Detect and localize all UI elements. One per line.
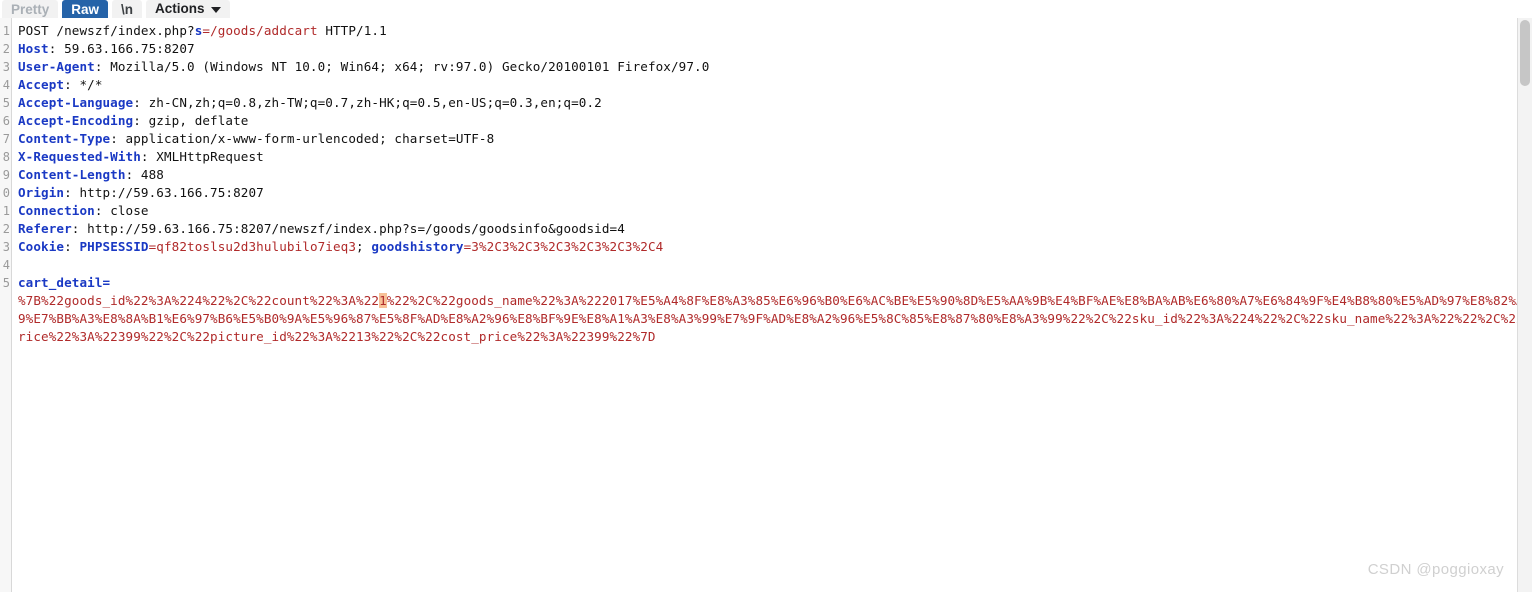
header-value: close [102,203,149,218]
header-colon: : [110,131,118,146]
cookie-value-goodshistory: 3%2C3%2C3%2C3%2C3%2C3%2C4 [471,239,664,254]
header-name: Accept-Language [18,95,134,110]
header-name: Origin [18,185,65,200]
header-name: Cookie [18,239,65,254]
header-colon: : [133,95,141,110]
header-colon: : [64,239,80,254]
header-colon: : [94,203,103,218]
header-colon: : [140,149,149,164]
header-colon: : [64,77,72,92]
request-path: /newszf/index.php? [56,23,195,38]
header-name: Content-Type [18,131,111,146]
header-value: http://59.63.166.75:8207/newszf/index.ph… [79,221,625,236]
line-number: 0 [2,186,10,200]
line-number: 3 [2,60,10,74]
line-number: 6 [2,114,10,128]
header-value: XMLHttpRequest [148,149,264,164]
header-value: application/x-www-form-urlencoded; chars… [117,131,495,146]
header-colon: : [94,59,103,74]
header-value: */* [71,77,103,92]
http-version: HTTP/1.1 [317,23,387,38]
line-number: 1 [2,24,10,38]
body-param-equals: = [102,275,111,290]
line-number: 8 [2,150,10,164]
line-number: 4 [2,78,10,92]
cookie-key-goodshistory: goodshistory [371,239,464,254]
raw-request-editor[interactable]: 1 2 3 4 5 6 7 8 9 0 1 2 3 4 5 POST /news… [0,18,1532,592]
line-number: 2 [2,222,10,236]
header-line: Connection: close [18,202,1532,220]
line-number-gutter: 1 2 3 4 5 6 7 8 9 0 1 2 3 4 5 [0,18,12,592]
line-number: 4 [2,258,10,272]
actions-label: Actions [155,1,205,16]
tab-raw[interactable]: Raw [62,0,109,18]
body-value-prefix: %7B%22goods_id%22%3A%224%22%2C%22count%2… [18,293,380,308]
header-line: User-Agent: Mozilla/5.0 (Windows NT 10.0… [18,58,1532,76]
header-name: Connection [18,203,95,218]
header-name: User-Agent [18,59,95,74]
cookie-separator: ; [356,239,372,254]
line-number: 3 [2,240,10,254]
header-line: Accept-Language: zh-CN,zh;q=0.8,zh-TW;q=… [18,94,1532,112]
request-line: POST /newszf/index.php?s=/goods/addcart … [18,22,1532,40]
header-name: Content-Length [18,167,126,182]
view-mode-tabbar: Pretty Raw \n Actions [0,0,1532,18]
http-method: POST [18,23,49,38]
header-line: Content-Type: application/x-www-form-url… [18,130,1532,148]
line-number: 5 [2,96,10,110]
tab-pretty[interactable]: Pretty [2,0,59,18]
line-number: 5 [2,276,10,290]
line-number: 2 [2,42,10,56]
line-number: 7 [2,132,10,146]
header-name: Referer [18,221,72,236]
header-value: http://59.63.166.75:8207 [71,185,264,200]
csdn-watermark: CSDN @poggioxay [1367,561,1504,578]
header-value: 488 [133,167,164,182]
actions-menu-button[interactable]: Actions [146,0,230,18]
header-name: Host [18,41,49,56]
header-value: gzip, deflate [140,113,249,128]
tab-newline[interactable]: \n [112,0,143,18]
header-value: zh-CN,zh;q=0.8,zh-TW;q=0.7,zh-HK;q=0.5,e… [140,95,602,110]
header-line: Origin: http://59.63.166.75:8207 [18,184,1532,202]
cookie-value-phpsessid: qf82toslsu2d3hulubilo7ieq3 [156,239,357,254]
header-line: Accept: */* [18,76,1532,94]
header-value: 59.63.166.75:8207 [56,41,195,56]
header-line: Content-Length: 488 [18,166,1532,184]
cookie-header-line: Cookie: PHPSESSID=qf82toslsu2d3hulubilo7… [18,238,1532,256]
request-body-line[interactable]: cart_detail= %7B%22goods_id%22%3A%224%22%… [18,274,1532,346]
line-number: 1 [2,204,10,218]
selected-payload-value[interactable]: 1 [379,293,387,308]
header-value: Mozilla/5.0 (Windows NT 10.0; Win64; x64… [102,59,710,74]
scrollbar-thumb[interactable] [1520,20,1530,86]
header-colon: : [133,113,141,128]
header-line: Accept-Encoding: gzip, deflate [18,112,1532,130]
body-param-name: cart_detail [18,275,103,290]
request-text[interactable]: POST /newszf/index.php?s=/goods/addcart … [12,18,1532,592]
header-colon: : [64,185,72,200]
query-param-value: /goods/addcart [210,23,318,38]
line-number: 9 [2,168,10,182]
header-line: Host: 59.63.166.75:8207 [18,40,1532,58]
cookie-key-phpsessid: PHPSESSID [79,239,149,254]
header-name: Accept-Encoding [18,113,134,128]
query-equals: = [202,23,211,38]
request-viewer-window: Pretty Raw \n Actions 1 2 3 4 5 6 7 8 9 … [0,0,1532,592]
header-line: Referer: http://59.63.166.75:8207/newszf… [18,220,1532,238]
vertical-scrollbar[interactable] [1517,18,1532,592]
header-name: X-Requested-With [18,149,141,164]
header-line: X-Requested-With: XMLHttpRequest [18,148,1532,166]
chevron-down-icon [210,7,221,13]
header-name: Accept [18,77,65,92]
